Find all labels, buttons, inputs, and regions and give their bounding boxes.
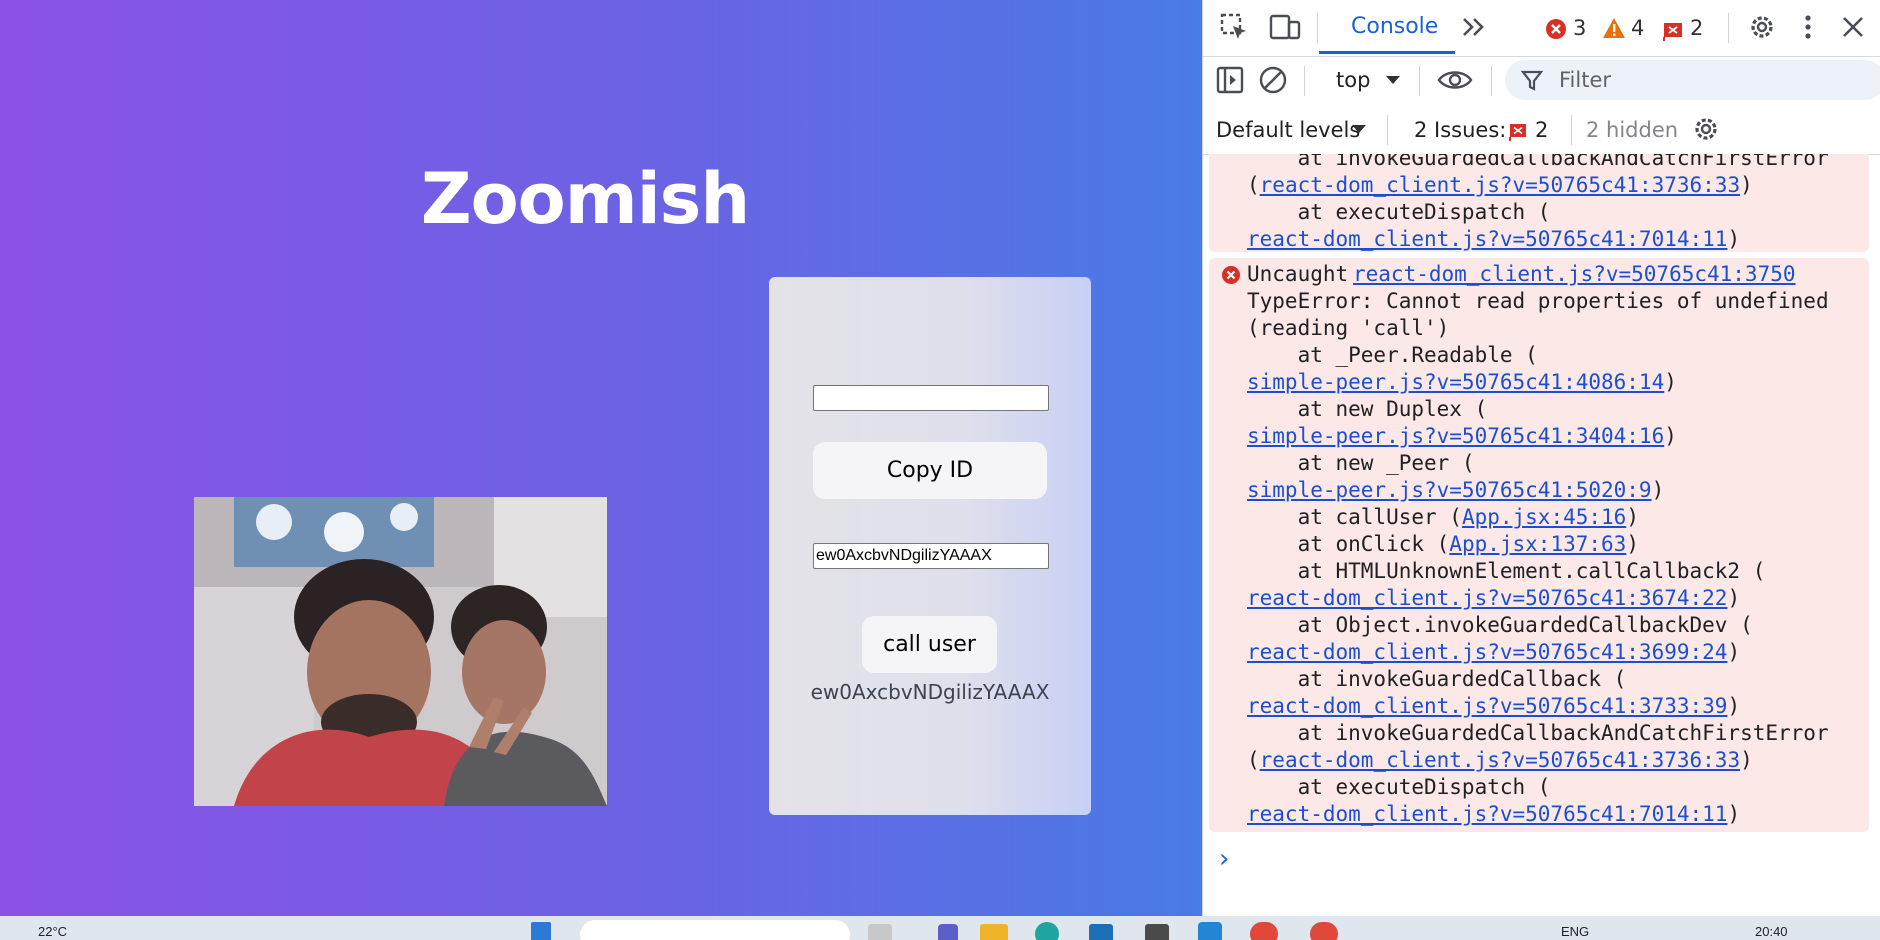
- clock-time[interactable]: 20:40: [1755, 924, 1788, 939]
- weather-temp[interactable]: 22°C: [38, 924, 67, 939]
- copy-id-button[interactable]: Copy ID: [813, 442, 1047, 499]
- devtools-panel: Console 3 4 2 top Filter Default levels …: [1202, 0, 1880, 916]
- stack-link[interactable]: react-dom_client.js?v=50765c41:3733:39: [1247, 694, 1727, 718]
- app-icon[interactable]: [1089, 924, 1113, 940]
- devtools-tab-bar: Console 3 4 2: [1203, 0, 1880, 57]
- app-icon[interactable]: [1145, 924, 1169, 940]
- error-icon: [1221, 262, 1241, 292]
- tab-console[interactable]: Console: [1351, 14, 1438, 39]
- close-icon[interactable]: [1839, 12, 1867, 49]
- console-error-message: Uncaught react-dom_client.js?v=50765c41:…: [1209, 258, 1869, 832]
- chrome-icon[interactable]: [1250, 922, 1278, 940]
- issues-flag-small-icon: [1509, 119, 1527, 149]
- warning-count-icon[interactable]: [1602, 16, 1626, 46]
- browser-icon[interactable]: [1035, 922, 1059, 940]
- console-messages: at invokeGuardedCallbackAndCatchFirstErr…: [1203, 154, 1879, 914]
- my-id-input[interactable]: [813, 385, 1049, 411]
- clear-console-icon[interactable]: [1258, 65, 1288, 102]
- hidden-count: 2 hidden: [1586, 118, 1679, 142]
- chevron-down-icon[interactable]: [1383, 65, 1403, 102]
- stack-link[interactable]: simple-peer.js?v=50765c41:4086:14: [1247, 370, 1664, 394]
- call-id-input[interactable]: [813, 543, 1049, 569]
- stack-link[interactable]: simple-peer.js?v=50765c41:5020:9: [1247, 478, 1652, 502]
- stack-link[interactable]: App.jsx:137:63: [1449, 532, 1626, 556]
- local-video: [194, 497, 607, 806]
- more-tabs-chevron-icon[interactable]: [1459, 12, 1489, 49]
- console-settings-gear-icon[interactable]: [1691, 114, 1721, 151]
- active-tab-indicator: [1319, 51, 1455, 54]
- inspect-element-icon[interactable]: [1219, 12, 1249, 49]
- levels-chevron-down-icon[interactable]: [1349, 114, 1369, 151]
- app-title: Zoomish: [420, 158, 750, 240]
- console-prompt-icon[interactable]: ›: [1219, 844, 1229, 874]
- error-count: 3: [1573, 16, 1587, 40]
- error-count-icon[interactable]: [1545, 17, 1567, 47]
- call-user-button[interactable]: call user: [862, 616, 997, 673]
- stack-link[interactable]: App.jsx:45:16: [1462, 505, 1626, 529]
- app-viewport: Zoomish Copy ID call user ew0AxcbvNDgi: [0, 0, 1202, 916]
- vscode-icon[interactable]: [1198, 922, 1222, 940]
- show-sidebar-icon[interactable]: [1215, 65, 1245, 102]
- stack-link[interactable]: react-dom_client.js?v=50765c41:3699:24: [1247, 640, 1727, 664]
- device-toolbar-icon[interactable]: [1269, 12, 1301, 49]
- call-panel: Copy ID call user ew0AxcbvNDgilizYAAAX: [769, 277, 1091, 815]
- issues-count-badge: 2: [1690, 16, 1704, 40]
- context-select[interactable]: top: [1336, 68, 1370, 92]
- issues-flag-icon[interactable]: [1663, 18, 1683, 48]
- stack-link[interactable]: react-dom_client.js?v=50765c41:3674:22: [1247, 586, 1727, 610]
- chrome-icon[interactable]: [1310, 922, 1338, 940]
- default-levels-dropdown[interactable]: Default levels: [1216, 118, 1360, 142]
- search-box[interactable]: [580, 920, 850, 940]
- more-options-icon[interactable]: [1801, 12, 1815, 49]
- filter-icon: [1520, 66, 1544, 101]
- my-id-text: ew0AxcbvNDgilizYAAAX: [810, 680, 1050, 704]
- console-toolbar: top Filter: [1203, 57, 1880, 105]
- start-icon[interactable]: [531, 922, 551, 940]
- taskbar: 22°C ENG 20:40: [0, 916, 1880, 940]
- issues-count: 2: [1535, 118, 1549, 142]
- filter-placeholder: Filter: [1559, 68, 1612, 92]
- stack-link[interactable]: react-dom_client.js?v=50765c41:3736:33: [1260, 748, 1740, 772]
- language-indicator[interactable]: ENG: [1561, 924, 1589, 939]
- app-icon[interactable]: [868, 924, 892, 940]
- issues-link[interactable]: 2 Issues:: [1414, 118, 1506, 142]
- stack-link[interactable]: react-dom_client.js?v=50765c41:7014:11: [1247, 802, 1727, 826]
- settings-gear-icon[interactable]: [1747, 12, 1777, 49]
- stack-link[interactable]: react-dom_client.js?v=50765c41:7014:11: [1247, 227, 1727, 251]
- app-icon[interactable]: [938, 924, 958, 940]
- folder-icon[interactable]: [980, 924, 1008, 940]
- filter-box[interactable]: Filter: [1505, 60, 1880, 100]
- console-levels-bar: Default levels 2 Issues: 2 2 hidden: [1203, 106, 1880, 155]
- live-expression-eye-icon[interactable]: [1437, 65, 1473, 102]
- warning-count: 4: [1631, 16, 1645, 40]
- error-source-link[interactable]: react-dom_client.js?v=50765c41:3750: [1353, 262, 1796, 286]
- console-error-message: at invokeGuardedCallbackAndCatchFirstErr…: [1209, 154, 1869, 252]
- video-frame-image: [194, 497, 607, 806]
- stack-link[interactable]: react-dom_client.js?v=50765c41:3736:33: [1260, 173, 1740, 197]
- stack-link[interactable]: simple-peer.js?v=50765c41:3404:16: [1247, 424, 1664, 448]
